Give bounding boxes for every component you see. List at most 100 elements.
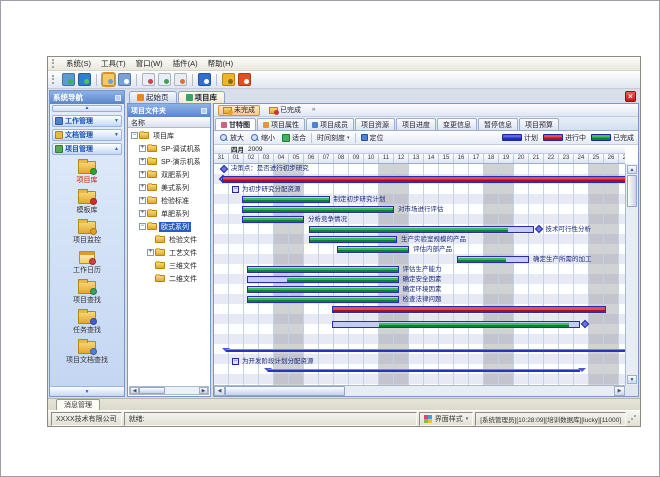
- tab-暂停信息[interactable]: 暂停信息: [478, 118, 518, 130]
- milestone-icon[interactable]: [220, 165, 228, 173]
- sidebar-collapse-button[interactable]: ▲: [52, 105, 122, 112]
- tab-项目库[interactable]: 项目库: [178, 91, 226, 103]
- task-bar[interactable]: [247, 296, 399, 303]
- network-icon[interactable]: [78, 73, 91, 86]
- menu-item-4[interactable]: 帮助(H): [203, 58, 238, 69]
- tree-node-检验标准[interactable]: +检验标准: [128, 194, 210, 207]
- filter-已完成[interactable]: 已完成: [264, 105, 306, 116]
- zoom-out-button[interactable]: 缩小: [249, 133, 277, 143]
- lock-icon[interactable]: [222, 73, 235, 86]
- workspace-icon[interactable]: [62, 73, 75, 86]
- expand-icon[interactable]: +: [139, 184, 146, 191]
- scroll-thumb[interactable]: [627, 175, 637, 207]
- scroll-right-icon[interactable]: ▶: [199, 387, 208, 394]
- sidebar-item-项目监控[interactable]: 项目监控: [73, 218, 101, 245]
- tree-node-工艺文件[interactable]: +工艺文件: [128, 246, 210, 259]
- filter-未完成[interactable]: 未完成: [218, 105, 260, 116]
- gantt-body[interactable]: 决策点：是否进行初步研究− 为初步研究分配资源制定初步研究计划对市场进行评估分析…: [214, 164, 625, 385]
- sidebar-section-0[interactable]: 工作管理 ▼: [52, 115, 122, 127]
- summary-bar[interactable]: [226, 349, 625, 352]
- project-folder-icon[interactable]: [102, 73, 115, 86]
- scroll-left-icon[interactable]: ◀: [214, 386, 225, 396]
- tree-node-三维文件[interactable]: 三维文件: [128, 259, 210, 272]
- scroll-down-icon[interactable]: ▼: [627, 375, 637, 384]
- pin-icon[interactable]: [201, 108, 207, 114]
- pin-icon[interactable]: [115, 95, 121, 101]
- task-bar[interactable]: [332, 306, 606, 313]
- tab-变更信息[interactable]: 变更信息: [437, 118, 477, 130]
- report-icon[interactable]: [118, 73, 131, 86]
- sidebar-item-任务查找[interactable]: 任务查找: [73, 308, 101, 335]
- summary-expand-icon[interactable]: −: [232, 186, 239, 193]
- overflow-chevron-icon[interactable]: »: [312, 107, 315, 113]
- task-bar[interactable]: [309, 226, 533, 233]
- sidebar-section-1[interactable]: 文档管理 ▼: [52, 129, 122, 141]
- task-bar[interactable]: [457, 256, 529, 263]
- fit-button[interactable]: 适合: [280, 133, 308, 143]
- expand-icon[interactable]: +: [139, 158, 146, 165]
- tree-node-项目库[interactable]: −项目库: [128, 129, 210, 142]
- expand-icon[interactable]: +: [139, 210, 146, 217]
- tree-node-欧式系列[interactable]: −欧式系列: [128, 220, 210, 233]
- tree-horizontal-scrollbar[interactable]: ◀ ▶: [129, 386, 209, 395]
- sidebar-item-模板库[interactable]: 模板库: [77, 188, 98, 215]
- task-bar[interactable]: [247, 286, 399, 293]
- tab-项目预算[interactable]: 项目预算: [519, 118, 559, 130]
- tree-node-检验文件[interactable]: 检验文件: [128, 233, 210, 246]
- summary-bar[interactable]: [268, 369, 580, 372]
- expand-icon[interactable]: +: [139, 171, 146, 178]
- tab-起始页[interactable]: 起始页: [129, 91, 177, 103]
- help-icon[interactable]: [198, 73, 211, 86]
- menu-item-1[interactable]: 工具(T): [96, 58, 131, 69]
- tree-node-双肥系列[interactable]: +双肥系列: [128, 168, 210, 181]
- tree-node-二维文件[interactable]: 二维文件: [128, 272, 210, 285]
- scroll-thumb[interactable]: [139, 387, 165, 394]
- collapse-icon[interactable]: −: [131, 132, 138, 139]
- task-bar[interactable]: [332, 321, 580, 328]
- tab-项目进度[interactable]: 项目进度: [396, 118, 436, 130]
- sidebar-item-工作日历[interactable]: 工作日历: [73, 248, 101, 275]
- task-bar[interactable]: [242, 196, 330, 203]
- menu-item-3[interactable]: 插件(A): [168, 58, 203, 69]
- tree-node-美式系列[interactable]: +美式系列: [128, 181, 210, 194]
- task-bar[interactable]: [337, 246, 409, 253]
- calendar-remove-icon[interactable]: [174, 73, 187, 86]
- tab-项目成员[interactable]: 项目成员: [306, 118, 354, 130]
- tab-项目资源[interactable]: 项目资源: [355, 118, 395, 130]
- expand-icon[interactable]: +: [139, 145, 146, 152]
- task-bar[interactable]: [242, 216, 304, 223]
- tree-node-单肥系列[interactable]: +单肥系列: [128, 207, 210, 220]
- tree-column-header[interactable]: 名称: [128, 117, 210, 128]
- menu-item-2[interactable]: 窗口(W): [131, 58, 168, 69]
- expand-icon[interactable]: +: [147, 249, 154, 256]
- sidebar-section-2[interactable]: 项目管理 ▲: [52, 143, 122, 155]
- tab-message-management[interactable]: 消息管理: [56, 399, 100, 410]
- expand-icon[interactable]: +: [139, 197, 146, 204]
- sidebar-item-项目文档查找[interactable]: 项目文档查找: [66, 338, 108, 365]
- menu-item-0[interactable]: 系统(S): [61, 58, 96, 69]
- zoom-in-button[interactable]: 放大: [218, 133, 246, 143]
- calendar-new-icon[interactable]: [142, 73, 155, 86]
- exit-icon[interactable]: [238, 73, 251, 86]
- task-bar[interactable]: [222, 176, 625, 183]
- sidebar-item-项目库[interactable]: 项目库: [77, 158, 98, 185]
- scroll-thumb[interactable]: [225, 386, 345, 396]
- scroll-right-icon[interactable]: ▶: [614, 386, 625, 396]
- scroll-up-icon[interactable]: ▲: [627, 165, 637, 174]
- resize-grip[interactable]: [628, 414, 637, 423]
- tab-甘特图[interactable]: 甘特图: [215, 118, 256, 130]
- timescale-button[interactable]: 时间刻度▾: [315, 133, 352, 143]
- style-selector[interactable]: 界面样式 ▾: [419, 412, 474, 426]
- sidebar-item-项目查找[interactable]: 项目查找: [73, 278, 101, 305]
- task-bar[interactable]: [242, 206, 394, 213]
- locate-button[interactable]: 定位: [359, 133, 386, 143]
- close-icon[interactable]: ×: [625, 91, 636, 102]
- gantt-horizontal-scrollbar[interactable]: ◀ ▶: [214, 385, 625, 396]
- task-bar[interactable]: [247, 266, 399, 273]
- task-bar[interactable]: [309, 236, 397, 243]
- tree-node-SP-演示机系[interactable]: +SP-演示机系: [128, 155, 210, 168]
- scroll-left-icon[interactable]: ◀: [130, 387, 139, 394]
- calendar-edit-icon[interactable]: [158, 73, 171, 86]
- summary-expand-icon[interactable]: −: [232, 358, 239, 365]
- tree-node-SP-调试机系[interactable]: +SP-调试机系: [128, 142, 210, 155]
